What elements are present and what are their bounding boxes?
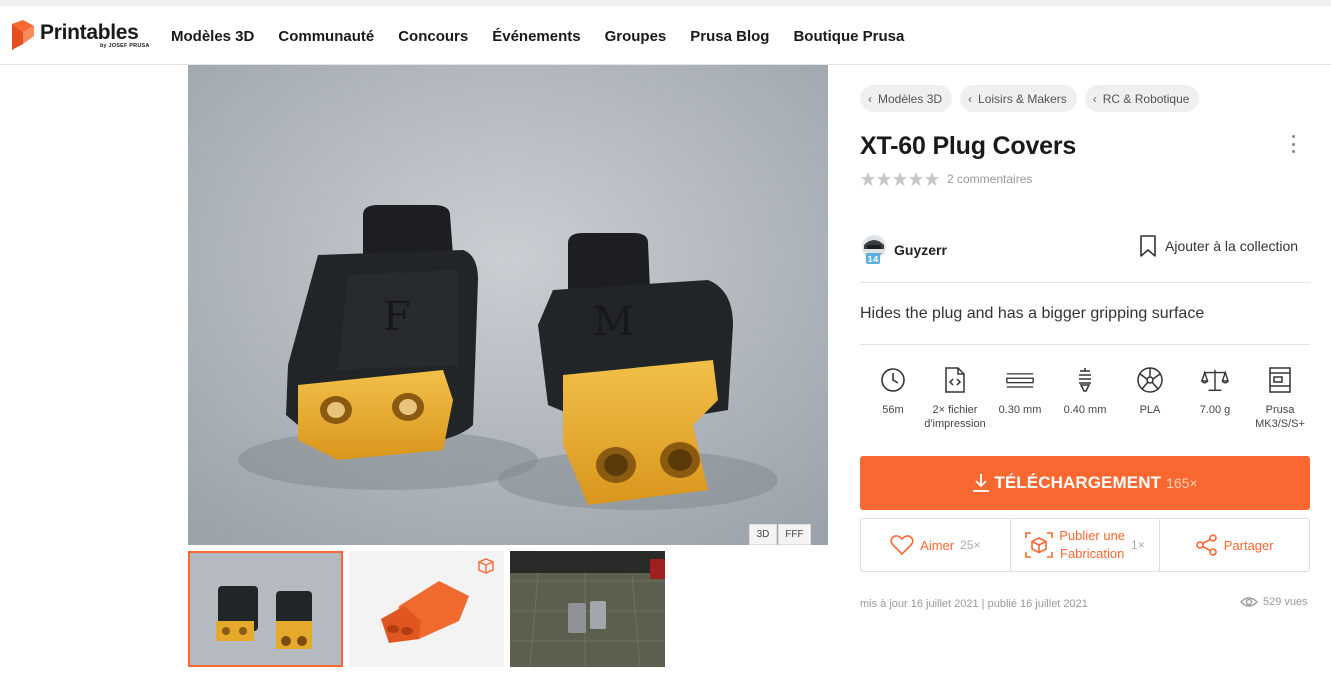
param-value: 2× fichier d'impression bbox=[924, 404, 986, 430]
make-cube-icon bbox=[1025, 532, 1054, 558]
param-value: 7.00 g bbox=[1199, 404, 1231, 416]
share-icon bbox=[1195, 534, 1217, 556]
main-model-photo[interactable]: F M bbox=[188, 65, 828, 545]
publish-dates: mis à jour 16 juillet 2021 | publié 16 j… bbox=[860, 598, 1088, 610]
more-options-icon[interactable] bbox=[1283, 133, 1303, 155]
view-3d-button[interactable]: 3D bbox=[749, 524, 777, 545]
param-value: 56m bbox=[882, 404, 904, 416]
nav-communaute[interactable]: Communauté bbox=[278, 28, 374, 45]
breadcrumb-label: RC & Robotique bbox=[1102, 91, 1190, 106]
thumbnail-photo-plugs[interactable] bbox=[188, 551, 343, 667]
printer-icon bbox=[1266, 366, 1294, 394]
param-value: 0.30 mm bbox=[998, 404, 1042, 416]
author-name[interactable]: Guyzerr bbox=[894, 242, 947, 258]
views-label: 529 vues bbox=[1263, 596, 1308, 608]
nav-boutique-prusa[interactable]: Boutique Prusa bbox=[793, 28, 904, 45]
share-label: Partager bbox=[1223, 537, 1274, 553]
clock-icon bbox=[879, 366, 907, 394]
main-nav: Modèles 3D Communauté Concours Événement… bbox=[171, 28, 928, 45]
model-title: XT-60 Plug Covers bbox=[860, 132, 1077, 160]
divider bbox=[860, 282, 1310, 283]
param-printer: Prusa MK3/S/S+ bbox=[1245, 366, 1315, 431]
svg-text:F: F bbox=[383, 294, 411, 340]
plug-covers-photo: F M bbox=[188, 65, 828, 545]
download-icon bbox=[973, 474, 990, 492]
rating-row: 2 commentaires bbox=[860, 171, 1032, 187]
print-parameters: 56m 2× fichier d'impression 0.30 mm 0.40 … bbox=[858, 366, 1312, 436]
param-print-time: 56m bbox=[858, 366, 928, 417]
file-code-icon bbox=[941, 366, 969, 394]
brand-name: Printables bbox=[40, 21, 139, 44]
thumbnail-print-bed-photo[interactable] bbox=[510, 551, 665, 667]
thumbnail-strip bbox=[188, 551, 668, 667]
download-button[interactable]: TÉLÉCHARGEMENT 165× bbox=[860, 456, 1310, 510]
comments-link[interactable]: 2 commentaires bbox=[947, 172, 1032, 186]
breadcrumb-rc-robotique[interactable]: ‹ RC & Robotique bbox=[1084, 85, 1200, 112]
svg-text:M: M bbox=[593, 299, 634, 345]
view-fff-button[interactable]: FFF bbox=[778, 524, 811, 545]
layer-height-icon bbox=[1006, 366, 1034, 394]
breadcrumb-label: Modèles 3D bbox=[878, 91, 943, 106]
nozzle-icon bbox=[1071, 366, 1099, 394]
make-count: 1× bbox=[1131, 538, 1145, 552]
site-header: Printables by JOSEF PRUSA Modèles 3D Com… bbox=[0, 6, 1331, 65]
brand-subtitle: by JOSEF PRUSA bbox=[100, 43, 150, 49]
download-count: 165× bbox=[1166, 475, 1198, 491]
chevron-left-icon: ‹ bbox=[868, 91, 872, 106]
divider bbox=[860, 344, 1310, 345]
like-label: Aimer bbox=[920, 537, 955, 553]
like-button[interactable]: Aimer 25× bbox=[861, 519, 1011, 571]
heart-icon bbox=[890, 535, 914, 556]
printables-logo-icon bbox=[12, 20, 34, 50]
param-value: Prusa MK3/S/S+ bbox=[1255, 404, 1305, 430]
author-level-badge: 14 bbox=[867, 255, 879, 264]
param-value: PLA bbox=[1139, 404, 1161, 416]
breadcrumb-modeles-3d[interactable]: ‹ Modèles 3D bbox=[860, 85, 953, 112]
param-layer-height: 0.30 mm bbox=[985, 366, 1055, 417]
avatar: 14 bbox=[860, 233, 888, 267]
param-material: PLA bbox=[1115, 366, 1185, 417]
param-weight: 7.00 g bbox=[1180, 366, 1250, 417]
breadcrumb-label: Loisirs & Makers bbox=[978, 91, 1067, 106]
add-to-collection-label: Ajouter à la collection bbox=[1165, 238, 1299, 254]
thumbnail-render-3d[interactable] bbox=[349, 551, 504, 667]
param-nozzle: 0.40 mm bbox=[1050, 366, 1120, 417]
add-to-collection-button[interactable]: Ajouter à la collection bbox=[1139, 235, 1298, 257]
param-print-files: 2× fichier d'impression bbox=[920, 366, 990, 431]
scale-icon bbox=[1201, 366, 1229, 394]
nav-groupes[interactable]: Groupes bbox=[605, 28, 667, 45]
star-rating[interactable] bbox=[860, 171, 940, 187]
model-summary: Hides the plug and has a bigger gripping… bbox=[860, 305, 1205, 322]
view-count: 529 vues bbox=[1240, 596, 1308, 608]
star-icons bbox=[861, 172, 939, 186]
publish-make-button[interactable]: Publier une Fabrication 1× bbox=[1011, 519, 1161, 571]
chevron-left-icon: ‹ bbox=[1092, 91, 1097, 106]
filament-spool-icon bbox=[1136, 366, 1164, 394]
nav-prusa-blog[interactable]: Prusa Blog bbox=[690, 28, 769, 45]
author-block[interactable]: 14 Guyzerr bbox=[860, 233, 947, 267]
breadcrumb: ‹ Modèles 3D ‹ Loisirs & Makers ‹ RC & R… bbox=[860, 85, 1200, 112]
publish-make-label: Publier une Fabrication bbox=[1059, 528, 1126, 561]
action-bar: Aimer 25× Publier une Fabrication 1× Part… bbox=[860, 518, 1310, 572]
nav-evenements[interactable]: Événements bbox=[492, 28, 580, 45]
chevron-left-icon: ‹ bbox=[968, 91, 973, 106]
breadcrumb-loisirs-makers[interactable]: ‹ Loisirs & Makers bbox=[960, 85, 1077, 112]
bookmark-icon bbox=[1140, 235, 1156, 257]
param-value: 0.40 mm bbox=[1063, 404, 1107, 416]
nav-modeles-3d[interactable]: Modèles 3D bbox=[171, 28, 254, 45]
share-button[interactable]: Partager bbox=[1160, 519, 1309, 571]
download-label: TÉLÉCHARGEMENT bbox=[994, 473, 1162, 492]
like-count: 25× bbox=[960, 538, 981, 552]
nav-concours[interactable]: Concours bbox=[398, 28, 468, 45]
eye-icon bbox=[1240, 597, 1258, 607]
printables-logo[interactable]: Printables by JOSEF PRUSA bbox=[12, 20, 152, 54]
